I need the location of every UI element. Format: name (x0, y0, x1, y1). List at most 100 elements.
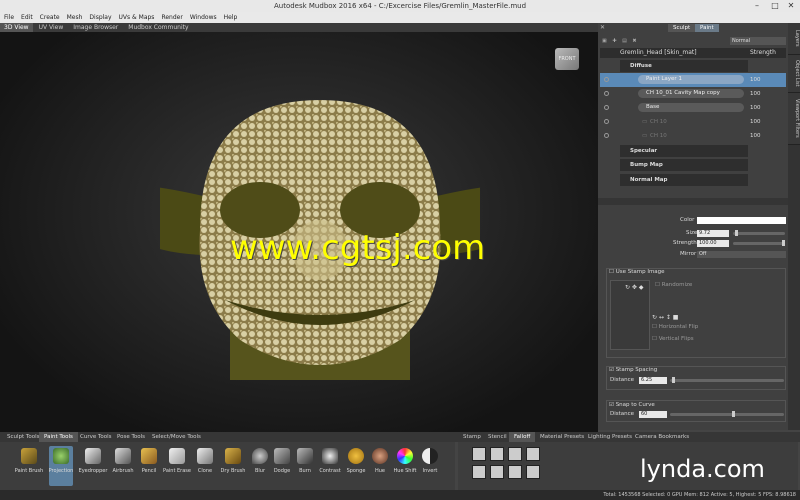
layer-row-ch10-b[interactable]: ▭ CH 10 100 (600, 129, 786, 143)
horizontal-flip-row[interactable]: ☐ Horizontal Flip (652, 323, 698, 332)
tool-sponge[interactable]: Sponge (344, 446, 368, 486)
tab-material-presets[interactable]: Material Presets (535, 432, 589, 442)
tab-paint-tools[interactable]: Paint Tools (39, 432, 78, 442)
mirror-select[interactable]: Off (697, 251, 786, 258)
visibility-icon[interactable] (604, 77, 609, 82)
size-slider[interactable] (733, 230, 785, 236)
tool-hue[interactable]: Hue (368, 446, 392, 486)
layer-row-cavity[interactable]: CH 10_01 Cavity Map copy 100 (600, 87, 786, 101)
strength-input[interactable]: 100.00 (697, 240, 729, 247)
visibility-icon[interactable] (604, 105, 609, 110)
menu-render[interactable]: Render (161, 12, 182, 23)
slider-thumb[interactable] (732, 411, 735, 417)
slider-thumb[interactable] (735, 230, 738, 236)
side-tab-object-list[interactable]: Object List (788, 55, 800, 93)
falloff-preset-7[interactable] (508, 465, 522, 479)
group-bump-map[interactable]: Bump Map (620, 159, 748, 171)
tool-hue-shift[interactable]: Hue Shift (393, 446, 417, 486)
falloff-preset-2[interactable] (490, 447, 504, 461)
tool-burn[interactable]: Burn (293, 446, 317, 486)
layer-strength[interactable]: 100 (750, 129, 761, 143)
menu-windows[interactable]: Windows (190, 12, 217, 23)
tab-pose-tools[interactable]: Pose Tools (112, 432, 150, 442)
tool-paint-brush[interactable]: Paint Brush (15, 446, 43, 486)
strength-slider[interactable] (733, 240, 785, 246)
tab-falloff[interactable]: Falloff (509, 432, 536, 442)
snap-to-curve-checkbox-row[interactable]: ☑ Snap to Curve (609, 401, 655, 410)
tool-clone[interactable]: Clone (193, 446, 217, 486)
tool-paint-erase[interactable]: Paint Erase (163, 446, 191, 486)
view-cube[interactable]: FRONT (555, 48, 579, 70)
layer-row-paint-layer-1[interactable]: Paint Layer 1 100 (600, 73, 786, 87)
menu-uvs-maps[interactable]: UVs & Maps (119, 12, 155, 23)
tab-sculpt[interactable]: Sculpt (668, 24, 696, 32)
tab-curve-tools[interactable]: Curve Tools (75, 432, 117, 442)
tab-mudbox-community[interactable]: Mudbox Community (124, 23, 192, 32)
blend-mode-select[interactable]: Normal (730, 37, 786, 45)
layer-strength[interactable]: 100 (750, 115, 761, 129)
visibility-icon[interactable] (604, 119, 609, 124)
tab-lighting-presets[interactable]: Lighting Presets (583, 432, 637, 442)
falloff-preset-6[interactable] (490, 465, 504, 479)
falloff-preset-3[interactable] (508, 447, 522, 461)
randomize-row[interactable]: ☐ Randomize (655, 281, 692, 290)
side-tab-viewport-filters[interactable]: Viewport Filters (788, 93, 800, 145)
falloff-preset-8[interactable] (526, 465, 540, 479)
tab-image-browser[interactable]: Image Browser (69, 23, 122, 32)
tool-invert[interactable]: Invert (418, 446, 442, 486)
stamp-spacing-checkbox-row[interactable]: ☑ Stamp Spacing (609, 366, 657, 375)
group-diffuse[interactable]: Diffuse (620, 60, 748, 72)
vertical-flip-row[interactable]: ☐ Vertical Flips (652, 335, 694, 344)
tab-paint[interactable]: Paint (695, 24, 719, 32)
tool-dodge[interactable]: Dodge (270, 446, 294, 486)
tab-stencil[interactable]: Stencil (483, 432, 512, 442)
size-input[interactable]: 9.72 (697, 230, 729, 237)
tool-blur[interactable]: Blur (248, 446, 272, 486)
slider-thumb[interactable] (782, 240, 785, 246)
tool-dry-brush[interactable]: Dry Brush (221, 446, 245, 486)
menu-edit[interactable]: Edit (21, 12, 33, 23)
tool-airbrush[interactable]: Airbrush (111, 446, 135, 486)
layer-row-base[interactable]: Base 100 (600, 101, 786, 115)
side-tab-layers[interactable]: Layers (788, 23, 800, 55)
tab-select-move-tools[interactable]: Select/Move Tools (147, 432, 206, 442)
minimize-icon[interactable]: – (748, 0, 766, 12)
panel-splitter[interactable] (598, 198, 788, 205)
falloff-preset-5[interactable] (472, 465, 486, 479)
layer-strength[interactable]: 100 (750, 101, 761, 115)
menu-file[interactable]: File (4, 12, 14, 23)
layer-strength[interactable]: 100 (750, 87, 761, 101)
layer-tools-icons[interactable]: ▣ ✚ ▤ ✖ (602, 38, 642, 44)
falloff-preset-1[interactable] (472, 447, 486, 461)
menu-mesh[interactable]: Mesh (67, 12, 83, 23)
group-specular[interactable]: Specular (620, 145, 748, 157)
tool-projection[interactable]: Projection (49, 446, 73, 486)
menu-help[interactable]: Help (224, 12, 238, 23)
tab-uv-view[interactable]: UV View (35, 23, 68, 32)
tab-3d-view[interactable]: 3D View (0, 23, 33, 32)
stamp-rotate-icons[interactable]: ↻ ✥ ◆ (625, 283, 643, 292)
distance2-input[interactable]: 60 (639, 411, 667, 418)
distance-slider[interactable] (670, 377, 784, 383)
visibility-icon[interactable] (604, 133, 609, 138)
distance-input[interactable]: 6.25 (639, 377, 667, 384)
slider-thumb[interactable] (672, 377, 675, 383)
visibility-icon[interactable] (604, 91, 609, 96)
color-swatch[interactable] (697, 217, 786, 224)
falloff-preset-4[interactable] (526, 447, 540, 461)
tool-pencil[interactable]: Pencil (137, 446, 161, 486)
stamp-image-checkbox-row[interactable]: ☐ Use Stamp Image (609, 268, 665, 277)
menu-display[interactable]: Display (89, 12, 111, 23)
close-panel-icon[interactable]: ✕ (600, 24, 605, 31)
menu-create[interactable]: Create (40, 12, 60, 23)
group-normal-map[interactable]: Normal Map (620, 174, 748, 186)
close-icon[interactable]: ✕ (782, 0, 800, 12)
tab-stamp[interactable]: Stamp (458, 432, 486, 442)
tool-eyedropper[interactable]: Eyedropper (79, 446, 107, 486)
stamp-transform-icons[interactable]: ↻ ↔ ↕ ■ (652, 313, 678, 322)
distance2-slider[interactable] (670, 411, 784, 417)
layer-strength[interactable]: 100 (750, 73, 761, 87)
layer-row-ch10-a[interactable]: ▭ CH 10 100 (600, 115, 786, 129)
tab-camera-bookmarks[interactable]: Camera Bookmarks (630, 432, 694, 442)
tool-contrast[interactable]: Contrast (318, 446, 342, 486)
